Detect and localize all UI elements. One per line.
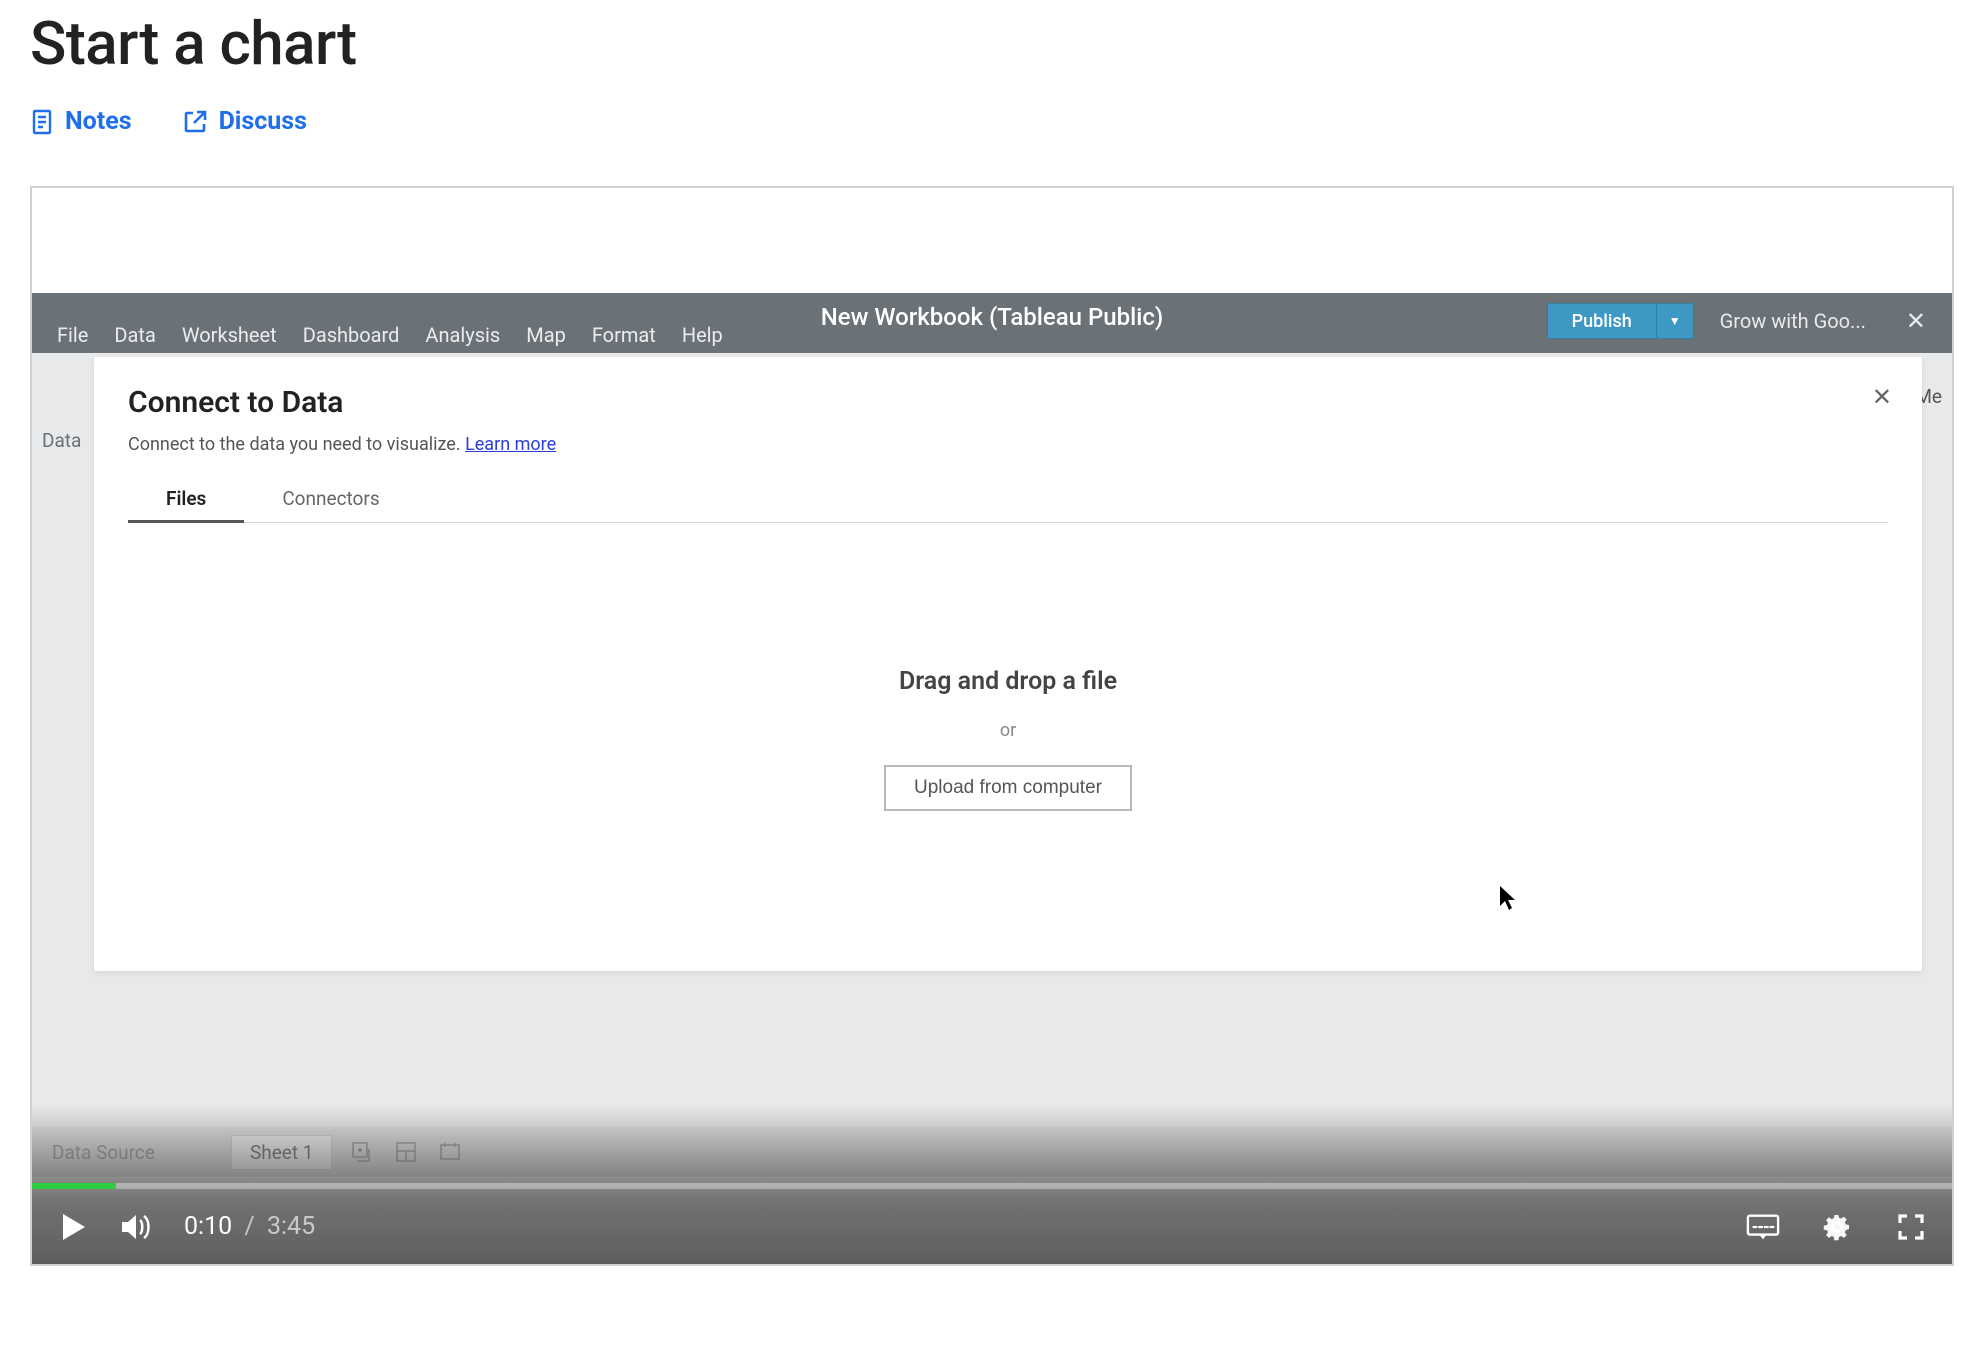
video-time-separator: / <box>244 1212 254 1241</box>
volume-icon[interactable] <box>120 1210 154 1244</box>
menu-file[interactable]: File <box>44 323 101 347</box>
tableau-menubar: File Data Worksheet Dashboard Analysis M… <box>32 315 748 353</box>
modal-dropzone[interactable]: Drag and drop a file or Upload from comp… <box>94 527 1922 971</box>
page-title: Start a chart <box>30 8 1954 79</box>
connect-to-data-modal: Connect to Data Connect to the data you … <box>94 357 1922 971</box>
tableau-body: Data Me Connect to Data Connect to the d… <box>32 353 1952 1183</box>
external-link-icon <box>182 109 208 135</box>
video-time: 0:10 / 3:45 <box>184 1212 315 1241</box>
video-controls: 0:10 / 3:45 <box>32 1189 1952 1264</box>
discuss-link[interactable]: Discuss <box>182 107 307 136</box>
video-duration: 3:45 <box>267 1212 315 1241</box>
menu-worksheet[interactable]: Worksheet <box>169 323 290 347</box>
publish-dropdown-icon[interactable]: ▼ <box>1656 304 1693 338</box>
notes-icon <box>30 108 54 136</box>
menu-data[interactable]: Data <box>101 323 168 347</box>
menu-help[interactable]: Help <box>669 323 736 347</box>
video-current-time: 0:10 <box>184 1212 232 1241</box>
modal-subtitle: Connect to the data you need to visualiz… <box>128 434 1888 455</box>
sheet1-tab[interactable]: Sheet 1 <box>231 1135 333 1170</box>
learn-more-link[interactable]: Learn more <box>465 434 556 455</box>
publish-label: Publish <box>1548 311 1656 332</box>
publish-button[interactable]: Publish ▼ <box>1547 303 1694 339</box>
notes-link[interactable]: Notes <box>30 107 132 136</box>
video-player[interactable]: New Workbook (Tableau Public) File Data … <box>30 186 1954 1266</box>
side-panel-label: Data <box>42 429 81 452</box>
video-top-whitespace <box>32 188 1952 293</box>
settings-gear-icon[interactable] <box>1820 1210 1854 1244</box>
upload-from-computer-button[interactable]: Upload from computer <box>884 765 1132 811</box>
new-worksheet-icon[interactable] <box>348 1138 376 1166</box>
modal-subtitle-text: Connect to the data you need to visualiz… <box>128 434 465 455</box>
play-icon[interactable] <box>56 1210 90 1244</box>
captions-icon[interactable] <box>1746 1210 1780 1244</box>
notes-label: Notes <box>65 107 132 136</box>
drag-drop-title: Drag and drop a file <box>94 667 1922 696</box>
new-dashboard-icon[interactable] <box>392 1138 420 1166</box>
modal-tabs: Files Connectors <box>128 477 1888 523</box>
menu-analysis[interactable]: Analysis <box>412 323 513 347</box>
tableau-titlebar: New Workbook (Tableau Public) File Data … <box>32 293 1952 353</box>
window-close-icon[interactable]: ✕ <box>1892 307 1940 335</box>
discuss-label: Discuss <box>219 107 307 136</box>
modal-close-icon[interactable]: ✕ <box>1872 383 1892 411</box>
sheet-tabs-bar: Data Source Sheet 1 <box>32 1127 1952 1177</box>
menu-format[interactable]: Format <box>579 323 669 347</box>
tab-connectors[interactable]: Connectors <box>244 477 417 522</box>
menu-dashboard[interactable]: Dashboard <box>290 323 413 347</box>
modal-title: Connect to Data <box>128 385 1888 420</box>
drag-drop-or: or <box>94 720 1922 741</box>
tab-files[interactable]: Files <box>128 477 244 523</box>
grow-with-google-link[interactable]: Grow with Goo... <box>1720 309 1866 333</box>
fullscreen-icon[interactable] <box>1894 1210 1928 1244</box>
new-story-icon[interactable] <box>436 1138 464 1166</box>
workbook-title: New Workbook (Tableau Public) <box>821 303 1164 331</box>
data-source-tab[interactable]: Data Source <box>52 1141 155 1164</box>
page-links: Notes Discuss <box>30 107 1954 136</box>
menu-map[interactable]: Map <box>513 323 579 347</box>
